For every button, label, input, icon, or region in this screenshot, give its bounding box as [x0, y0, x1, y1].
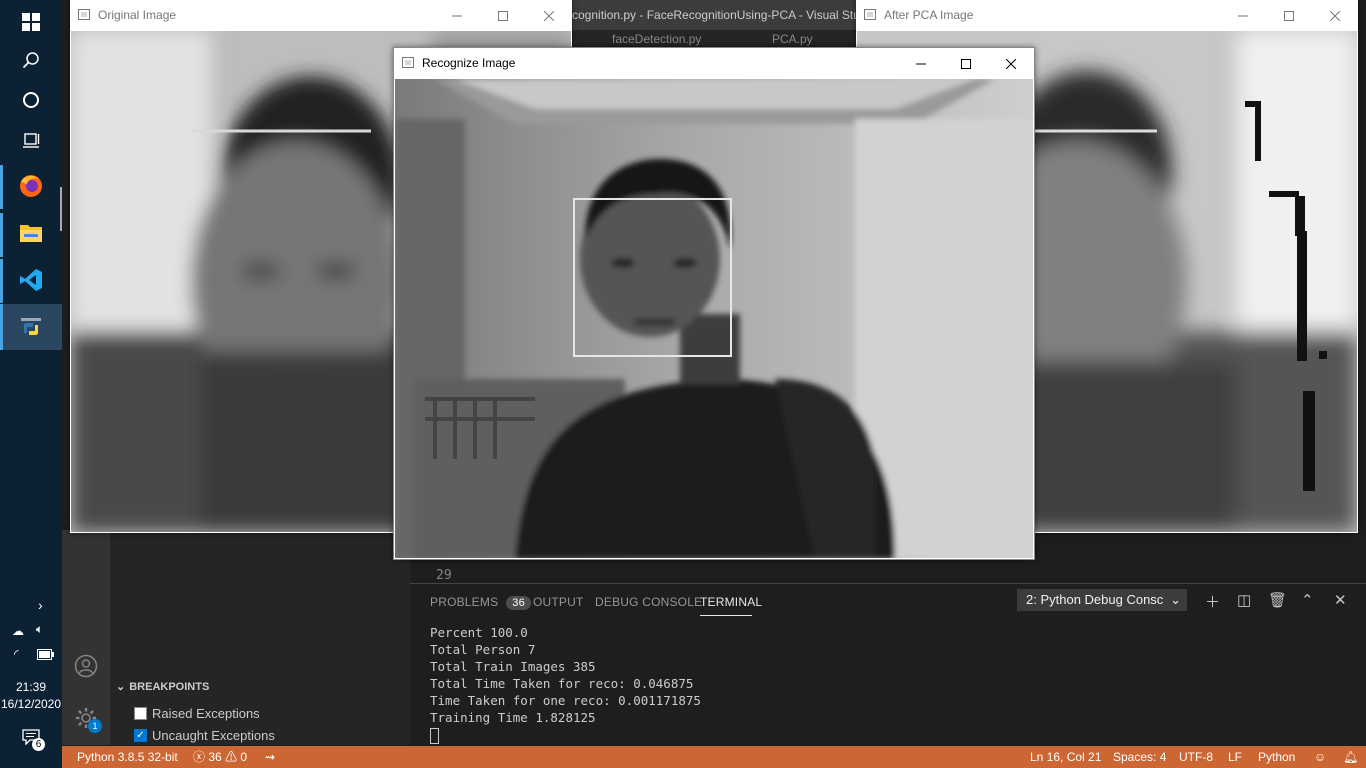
terminal-line: Percent 100.0 [430, 625, 528, 640]
battery-icon[interactable] [37, 647, 54, 665]
tab-debug-console[interactable]: DEBUG CONSOLE [595, 595, 702, 609]
window-app-icon [864, 9, 876, 20]
notification-count-badge: 6 [32, 738, 45, 751]
breakpoint-raised-exceptions[interactable]: Raised Exceptions [134, 706, 260, 721]
uncaught-exceptions-checkbox[interactable]: ✓ [134, 729, 147, 742]
minimize-button[interactable] [1220, 0, 1266, 31]
new-terminal-plus-icon[interactable]: ＋ [1205, 591, 1220, 612]
after-pca-titlebar[interactable]: After PCA Image [856, 0, 1358, 31]
search-icon[interactable] [0, 38, 62, 82]
status-bar: Python 3.8.5 32-bit ⓧ 36 ⚠ 0 ⇝ Ln 16, Co… [62, 746, 1366, 768]
accounts-icon[interactable] [74, 654, 98, 683]
tab-terminal[interactable]: TERMINAL [700, 595, 762, 609]
cortana-icon[interactable] [0, 78, 62, 122]
terminal-line: Total Time Taken for reco: 0.046875 [430, 676, 694, 691]
problems-count-badge: 36 [506, 596, 531, 610]
firefox-icon[interactable] [0, 164, 62, 208]
window-app-icon [402, 57, 414, 68]
windows-taskbar: › ☁ 🔈︎ ◜ 21:39 16/12/2020 6 [0, 0, 62, 768]
breakpoints-header[interactable]: ⌄ BREAKPOINTS [110, 680, 410, 693]
encoding[interactable]: UTF-8 [1179, 746, 1213, 768]
window-title: Recognize Image [422, 56, 516, 70]
indentation[interactable]: Spaces: 4 [1113, 746, 1166, 768]
chevron-down-icon: ⌄ [116, 681, 126, 693]
vscode-icon[interactable] [0, 258, 62, 302]
active-tab-indicator [700, 615, 752, 616]
action-center-icon[interactable]: 6 [22, 729, 45, 751]
vscode-title: cognition.py - FaceRecognitionUsing-PCA … [562, 0, 872, 30]
bottom-panel: PROBLEMS 36 OUTPUT DEBUG CONSOLE TERMINAL… [410, 583, 1366, 746]
problems-status[interactable]: ⓧ 36 ⚠ 0 [193, 746, 247, 768]
activity-bar: 1 [62, 530, 110, 745]
clock-date[interactable]: 16/12/2020 [0, 697, 62, 711]
trash-icon[interactable]: 🗑 [1268, 591, 1287, 609]
onedrive-sync-icon[interactable]: ☁ [12, 624, 24, 638]
vscode-tab-strip: faceDetection.py PCA.py [572, 30, 862, 46]
tab-output[interactable]: OUTPUT [533, 595, 584, 609]
window-title: Original Image [98, 8, 177, 22]
tab-pca[interactable]: PCA.py [772, 32, 813, 46]
show-hidden-icons-chevron-icon[interactable]: › [38, 597, 43, 613]
settings-badge: 1 [88, 719, 102, 733]
close-panel-icon[interactable]: ✕ [1334, 591, 1347, 609]
error-icon: ⓧ [193, 750, 206, 764]
task-view-icon[interactable] [0, 118, 62, 162]
recognize-image-window[interactable]: Recognize Image [393, 47, 1035, 560]
minimize-button[interactable] [898, 48, 944, 79]
split-terminal-icon[interactable]: ◫ [1237, 591, 1251, 609]
terminal-output[interactable]: Percent 100.0 Total Person 7 Total Train I… [430, 624, 701, 748]
webcam-recognition-image [395, 79, 1033, 558]
settings-gear-icon[interactable]: 1 [74, 706, 102, 735]
terminal-line: Time Taken for one reco: 0.001171875 [430, 693, 701, 708]
end-of-line[interactable]: LF [1228, 746, 1242, 768]
original-image-titlebar[interactable]: Original Image [70, 0, 572, 31]
bell-icon[interactable]: 🔔︎ [1343, 746, 1358, 768]
active-app-indicator [60, 187, 62, 231]
python-icon[interactable] [0, 305, 62, 349]
window-app-icon [78, 9, 90, 20]
warning-icon: ⚠ [225, 750, 238, 764]
python-interpreter[interactable]: Python 3.8.5 32-bit [77, 746, 178, 768]
raised-exceptions-checkbox[interactable] [134, 707, 147, 720]
file-explorer-icon[interactable] [0, 211, 62, 255]
close-button[interactable] [1312, 0, 1358, 31]
clock-time[interactable]: 21:39 [0, 680, 62, 694]
close-button[interactable] [526, 0, 572, 31]
close-button[interactable] [988, 48, 1034, 79]
terminal-line: Total Train Images 385 [430, 659, 596, 674]
recognize-image-titlebar[interactable]: Recognize Image [394, 48, 1034, 79]
chevron-down-icon: ⌄ [1170, 592, 1181, 607]
wifi-icon[interactable]: ◜ [14, 647, 19, 661]
terminal-line: Training Time 1.828125 [430, 710, 596, 725]
terminal-select[interactable]: 2: Python Debug Consc ⌄ [1017, 589, 1187, 611]
chevron-up-icon[interactable]: ⌃ [1301, 591, 1314, 609]
debug-sidebar: ⌄ BREAKPOINTS Raised Exceptions ✓ Uncaugh… [110, 530, 410, 745]
feedback-icon[interactable]: ☺ [1314, 746, 1326, 768]
line-number: 29 [436, 568, 452, 583]
volume-icon[interactable]: 🔈︎ [36, 622, 43, 637]
terminal-line: Total Person 7 [430, 642, 536, 657]
cursor-position[interactable]: Ln 16, Col 21 [1030, 746, 1101, 768]
language-mode[interactable]: Python [1258, 746, 1295, 768]
maximize-button[interactable] [480, 0, 526, 31]
breakpoint-uncaught-exceptions[interactable]: ✓ Uncaught Exceptions [134, 728, 275, 743]
tab-facedetection[interactable]: faceDetection.py [612, 32, 701, 46]
tab-problems[interactable]: PROBLEMS 36 [430, 595, 531, 610]
terminal-cursor [430, 728, 439, 744]
maximize-button[interactable] [1266, 0, 1312, 31]
minimize-button[interactable] [434, 0, 480, 31]
maximize-button[interactable] [943, 48, 989, 79]
debug-icon[interactable]: ⇝ [265, 746, 275, 768]
window-title: After PCA Image [884, 8, 974, 22]
